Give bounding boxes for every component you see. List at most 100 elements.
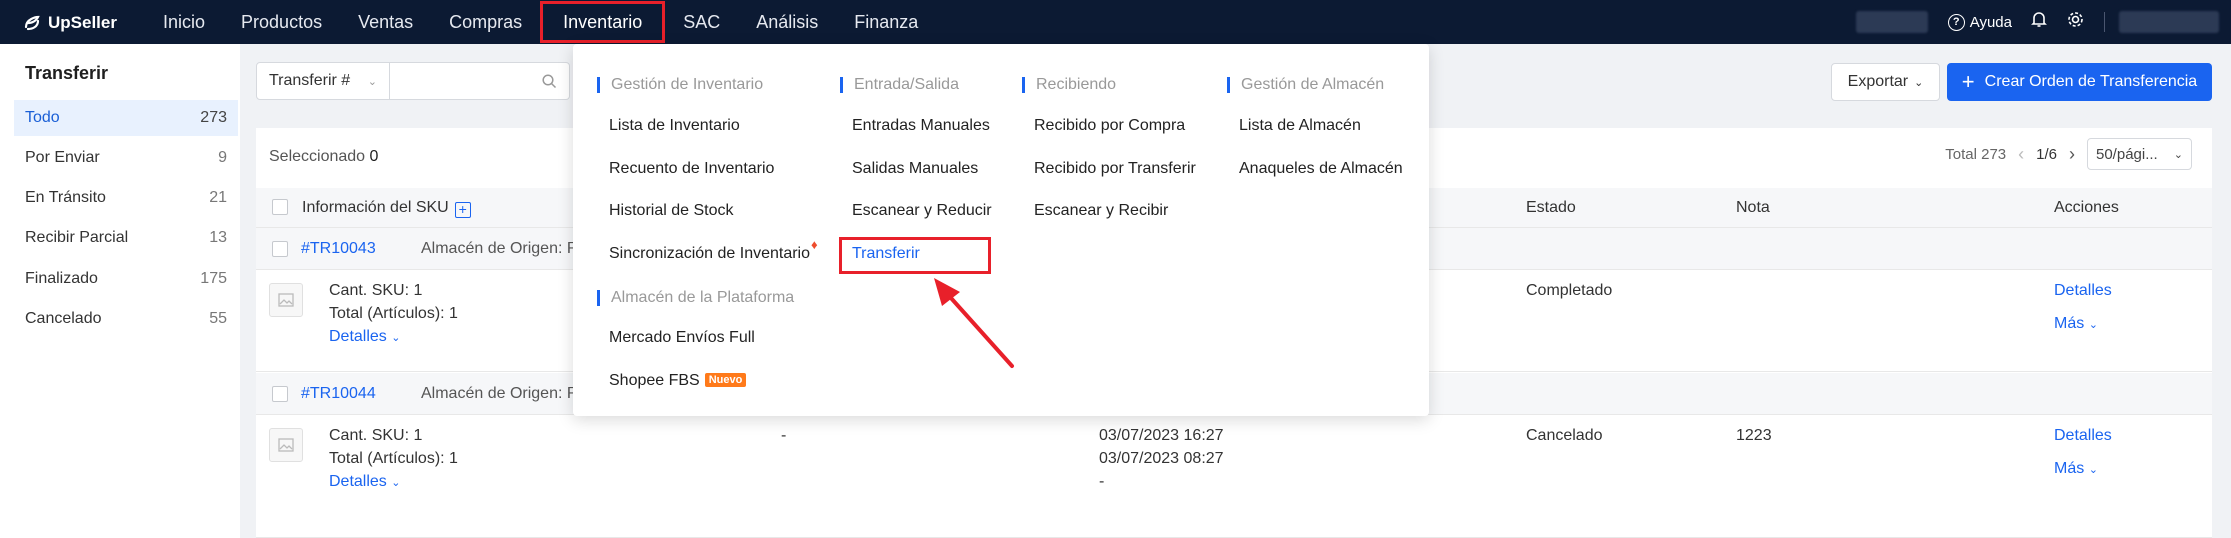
upseller-logo-icon	[24, 15, 40, 31]
more-dropdown[interactable]: Más ⌄	[2054, 460, 2098, 478]
date-shipped: 03/07/2023 08:27	[1099, 450, 1224, 467]
total-count: Total 273	[1945, 145, 2007, 163]
prev-page-icon[interactable]: ‹	[2018, 144, 2024, 165]
filter-count: 13	[209, 229, 227, 246]
highlight-box	[839, 237, 991, 274]
details-link[interactable]: Detalles	[2054, 427, 2112, 445]
transfer-id-link[interactable]: #TR10044	[301, 385, 376, 403]
col-note: Nota	[1736, 199, 1770, 216]
menu-recibido-transferir[interactable]: Recibido por Transferir	[1034, 160, 1196, 178]
status-text: Cancelado	[1526, 427, 1603, 444]
page-size-select[interactable]: 50/pági... ⌄	[2087, 138, 2192, 170]
menu-entradas-manuales[interactable]: Entradas Manuales	[852, 117, 990, 135]
fire-icon: ♦	[811, 237, 818, 252]
chevron-down-icon: ⌄	[2088, 319, 2098, 331]
app-name: UpSeller	[48, 13, 117, 32]
menu-escanear-reducir[interactable]: Escanear y Reducir	[852, 202, 992, 220]
logo[interactable]: UpSeller	[22, 12, 117, 34]
image-icon	[278, 293, 294, 307]
nav-analisis[interactable]: Análisis	[738, 0, 836, 44]
filter-cancelado[interactable]: Cancelado 55	[14, 301, 238, 337]
top-right-area: ? Ayuda	[1855, 0, 2231, 44]
add-column-icon[interactable]: +	[454, 202, 471, 218]
menu-historial-stock[interactable]: Historial de Stock	[609, 202, 734, 220]
menu-lista-almacen[interactable]: Lista de Almacén	[1239, 117, 1361, 135]
nav-inventario[interactable]: Inventario	[540, 1, 666, 43]
origin-warehouse: Almacén de Origen: R	[421, 385, 579, 402]
help-button[interactable]: ? Ayuda	[1947, 13, 2012, 31]
filter-label: En Tránsito	[25, 189, 106, 206]
chevron-down-icon: ⌄	[2173, 148, 2183, 161]
annotation-arrow-icon	[934, 278, 1014, 368]
help-label: Ayuda	[1969, 13, 2012, 31]
menu-sincronizacion-inventario[interactable]: Sincronización de Inventario	[609, 245, 810, 263]
select-all-checkbox[interactable]	[272, 199, 288, 215]
filter-label: Finalizado	[25, 270, 98, 287]
total-items: Total (Artículos): 1	[329, 305, 458, 322]
pagination: Total 273 ‹ 1/6 › 50/pági... ⌄	[1945, 138, 2192, 170]
chevron-down-icon: ⌄	[2088, 464, 2098, 476]
menu-shopee-fbs[interactable]: Shopee FBS Nuevo	[609, 372, 747, 390]
chevron-down-icon: ⌄	[391, 477, 401, 489]
main-nav: Inicio Productos Ventas Compras Inventar…	[145, 0, 936, 44]
image-icon	[278, 438, 294, 452]
menu-escanear-recibir[interactable]: Escanear y Recibir	[1034, 202, 1168, 220]
nav-finanza[interactable]: Finanza	[836, 0, 936, 44]
row-checkbox[interactable]	[272, 241, 288, 257]
col-status: Estado	[1526, 199, 1576, 216]
section-heading-almacen: Gestión de Almacén	[1227, 77, 1384, 93]
left-panel: Transferir Todo 273 Por Enviar 9 En Trán…	[0, 44, 240, 538]
export-button[interactable]: Exportar ⌄	[1831, 63, 1940, 101]
more-dropdown[interactable]: Más ⌄	[2054, 315, 2098, 333]
section-heading-inventory: Gestión de Inventario	[597, 77, 763, 93]
selected-label: Seleccionado	[269, 148, 366, 165]
selected-count: Seleccionado 0	[269, 148, 378, 166]
details-label: Detalles	[329, 473, 387, 490]
filter-finalizado[interactable]: Finalizado 175	[14, 261, 238, 297]
nav-ventas[interactable]: Ventas	[340, 0, 431, 44]
menu-recibido-compra[interactable]: Recibido por Compra	[1034, 117, 1185, 135]
section-heading-entrada-salida: Entrada/Salida	[840, 77, 959, 93]
menu-salidas-manuales[interactable]: Salidas Manuales	[852, 160, 978, 178]
filter-label: Recibir Parcial	[25, 229, 129, 246]
nav-productos[interactable]: Productos	[223, 0, 340, 44]
filter-label: Por Enviar	[25, 149, 100, 166]
user-menu[interactable]	[2119, 11, 2219, 33]
table-row: Cant. SKU: 1 Total (Artículos): 1 Detall…	[256, 415, 2212, 538]
date-received: -	[1099, 473, 1105, 490]
filter-count: 21	[209, 189, 227, 206]
nav-inicio[interactable]: Inicio	[145, 0, 223, 44]
menu-recuento-inventario[interactable]: Recuento de Inventario	[609, 160, 774, 178]
store-selector[interactable]	[1855, 11, 1928, 33]
col-sku-label: Información del SKU	[302, 199, 449, 216]
menu-mercado-envios-full[interactable]: Mercado Envíos Full	[609, 329, 755, 347]
export-label: Exportar	[1847, 73, 1909, 90]
filter-todo[interactable]: Todo 273	[14, 100, 238, 136]
filter-en-transito[interactable]: En Tránsito 21	[14, 180, 238, 216]
note-text: 1223	[1736, 427, 1772, 444]
help-icon: ?	[1947, 13, 1965, 31]
nav-sac[interactable]: SAC	[665, 0, 738, 44]
page-size-value: 50/pági...	[2096, 145, 2158, 163]
details-link[interactable]: Detalles	[2054, 282, 2112, 300]
details-toggle[interactable]: Detalles ⌄	[329, 328, 400, 346]
details-toggle[interactable]: Detalles ⌄	[329, 473, 400, 491]
sku-quantity: Cant. SKU: 1	[329, 427, 423, 444]
create-transfer-button[interactable]: + Crear Orden de Transferencia	[1947, 63, 2212, 101]
nav-compras[interactable]: Compras	[431, 0, 540, 44]
transfer-id-link[interactable]: #TR10043	[301, 240, 376, 258]
create-label: Crear Orden de Transferencia	[1984, 73, 2198, 90]
filter-recibir-parcial[interactable]: Recibir Parcial 13	[14, 220, 238, 256]
menu-lista-inventario[interactable]: Lista de Inventario	[609, 117, 740, 135]
chevron-down-icon: ⌄	[367, 75, 377, 88]
page-indicator: 1/6	[2036, 145, 2057, 163]
row-checkbox[interactable]	[272, 386, 288, 402]
bell-icon[interactable]	[2030, 11, 2048, 33]
next-page-icon[interactable]: ›	[2069, 144, 2075, 165]
plus-icon: +	[1961, 69, 1975, 94]
search-type-select[interactable]: Transferir # ⌄	[256, 62, 390, 100]
gear-icon[interactable]	[2066, 11, 2084, 33]
search-input[interactable]	[390, 62, 570, 100]
menu-anaqueles-almacen[interactable]: Anaqueles de Almacén	[1239, 160, 1403, 178]
filter-por-enviar[interactable]: Por Enviar 9	[14, 140, 238, 176]
